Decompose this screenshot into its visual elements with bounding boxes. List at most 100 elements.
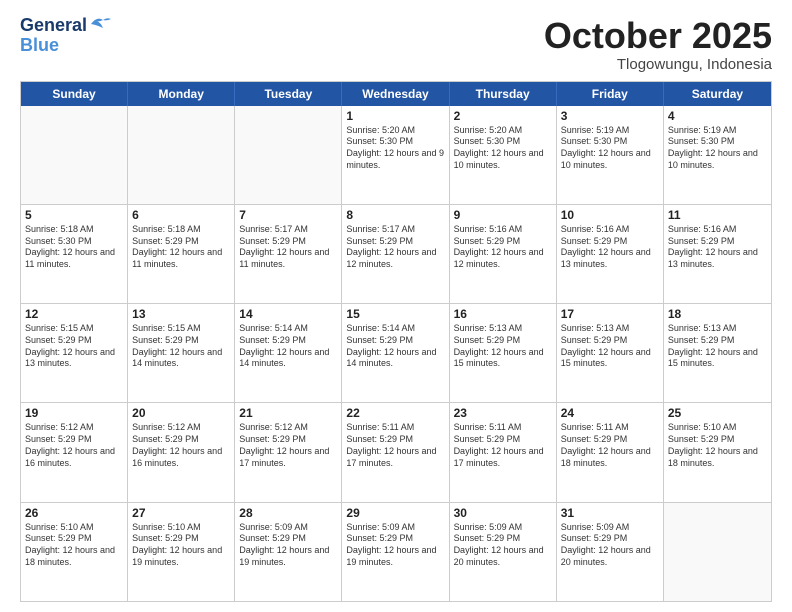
logo-text-blue: Blue <box>20 36 59 56</box>
cell-info: Sunrise: 5:11 AM Sunset: 5:29 PM Dayligh… <box>346 422 444 469</box>
cell-info: Sunrise: 5:09 AM Sunset: 5:29 PM Dayligh… <box>346 522 444 569</box>
day-number: 19 <box>25 406 123 420</box>
day-number: 27 <box>132 506 230 520</box>
day-number: 7 <box>239 208 337 222</box>
day-number: 23 <box>454 406 552 420</box>
day-number: 16 <box>454 307 552 321</box>
day-number: 15 <box>346 307 444 321</box>
calendar-cell: 5Sunrise: 5:18 AM Sunset: 5:30 PM Daylig… <box>21 205 128 303</box>
cell-info: Sunrise: 5:09 AM Sunset: 5:29 PM Dayligh… <box>239 522 337 569</box>
cell-info: Sunrise: 5:10 AM Sunset: 5:29 PM Dayligh… <box>668 422 767 469</box>
cell-info: Sunrise: 5:19 AM Sunset: 5:30 PM Dayligh… <box>668 125 767 172</box>
calendar-row: 5Sunrise: 5:18 AM Sunset: 5:30 PM Daylig… <box>21 204 771 303</box>
calendar-cell: 19 Sunrise: 5:12 AM Sunset: 5:29 PM Dayli… <box>21 403 128 501</box>
header: General Blue October 2025 Tlogowungu, In… <box>20 16 772 73</box>
cell-info: Sunrise: 5:14 AM Sunset: 5:29 PM Dayligh… <box>239 323 337 370</box>
logo: General Blue <box>20 16 111 56</box>
cell-info: Sunrise: 5:18 AM Sunset: 5:30 PM Dayligh… <box>25 224 123 271</box>
day-number: 17 <box>561 307 659 321</box>
cell-info: Sunrise: 5:11 AM Sunset: 5:29 PM Dayligh… <box>561 422 659 469</box>
calendar-cell: 16 Sunrise: 5:13 AM Sunset: 5:29 PM Dayli… <box>450 304 557 402</box>
calendar-cell: 30Sunrise: 5:09 AM Sunset: 5:29 PM Dayli… <box>450 503 557 601</box>
calendar-cell: 29 Sunrise: 5:09 AM Sunset: 5:29 PM Dayli… <box>342 503 449 601</box>
calendar-cell: 13 Sunrise: 5:15 AM Sunset: 5:29 PM Dayli… <box>128 304 235 402</box>
calendar-cell <box>664 503 771 601</box>
day-number: 20 <box>132 406 230 420</box>
calendar-row: 1 Sunrise: 5:20 AM Sunset: 5:30 PM Daylig… <box>21 106 771 204</box>
cell-info: Sunrise: 5:12 AM Sunset: 5:29 PM Dayligh… <box>25 422 123 469</box>
day-number: 12 <box>25 307 123 321</box>
calendar-cell: 15 Sunrise: 5:14 AM Sunset: 5:29 PM Dayli… <box>342 304 449 402</box>
calendar-cell: 12 Sunrise: 5:15 AM Sunset: 5:29 PM Dayli… <box>21 304 128 402</box>
day-number: 6 <box>132 208 230 222</box>
day-number: 14 <box>239 307 337 321</box>
cell-info: Sunrise: 5:16 AM Sunset: 5:29 PM Dayligh… <box>668 224 767 271</box>
cell-info: Sunrise: 5:15 AM Sunset: 5:29 PM Dayligh… <box>25 323 123 370</box>
calendar-row: 12 Sunrise: 5:15 AM Sunset: 5:29 PM Dayli… <box>21 303 771 402</box>
cell-info: Sunrise: 5:19 AM Sunset: 5:30 PM Dayligh… <box>561 125 659 172</box>
day-number: 13 <box>132 307 230 321</box>
page: General Blue October 2025 Tlogowungu, In… <box>0 0 792 612</box>
calendar-cell: 21Sunrise: 5:12 AM Sunset: 5:29 PM Dayli… <box>235 403 342 501</box>
logo-text-general: General <box>20 16 87 36</box>
calendar-cell: 7Sunrise: 5:17 AM Sunset: 5:29 PM Daylig… <box>235 205 342 303</box>
cell-info: Sunrise: 5:09 AM Sunset: 5:29 PM Dayligh… <box>561 522 659 569</box>
day-number: 18 <box>668 307 767 321</box>
day-number: 31 <box>561 506 659 520</box>
day-number: 8 <box>346 208 444 222</box>
cell-info: Sunrise: 5:17 AM Sunset: 5:29 PM Dayligh… <box>346 224 444 271</box>
day-number: 30 <box>454 506 552 520</box>
calendar-cell: 27Sunrise: 5:10 AM Sunset: 5:29 PM Dayli… <box>128 503 235 601</box>
cell-info: Sunrise: 5:12 AM Sunset: 5:29 PM Dayligh… <box>132 422 230 469</box>
header-friday: Friday <box>557 82 664 106</box>
calendar-cell: 28Sunrise: 5:09 AM Sunset: 5:29 PM Dayli… <box>235 503 342 601</box>
calendar-cell: 22 Sunrise: 5:11 AM Sunset: 5:29 PM Dayli… <box>342 403 449 501</box>
header-wednesday: Wednesday <box>342 82 449 106</box>
calendar-cell: 25 Sunrise: 5:10 AM Sunset: 5:29 PM Dayli… <box>664 403 771 501</box>
calendar-cell: 2 Sunrise: 5:20 AM Sunset: 5:30 PM Daylig… <box>450 106 557 204</box>
cell-info: Sunrise: 5:14 AM Sunset: 5:29 PM Dayligh… <box>346 323 444 370</box>
day-number: 25 <box>668 406 767 420</box>
calendar-cell: 4 Sunrise: 5:19 AM Sunset: 5:30 PM Daylig… <box>664 106 771 204</box>
logo-bird-icon <box>89 16 111 32</box>
cell-info: Sunrise: 5:15 AM Sunset: 5:29 PM Dayligh… <box>132 323 230 370</box>
calendar-cell <box>21 106 128 204</box>
calendar-cell: 10 Sunrise: 5:16 AM Sunset: 5:29 PM Dayli… <box>557 205 664 303</box>
day-number: 24 <box>561 406 659 420</box>
cell-info: Sunrise: 5:16 AM Sunset: 5:29 PM Dayligh… <box>454 224 552 271</box>
calendar-cell: 26Sunrise: 5:10 AM Sunset: 5:29 PM Dayli… <box>21 503 128 601</box>
cell-info: Sunrise: 5:20 AM Sunset: 5:30 PM Dayligh… <box>346 125 444 172</box>
header-tuesday: Tuesday <box>235 82 342 106</box>
day-number: 1 <box>346 109 444 123</box>
calendar-cell: 3Sunrise: 5:19 AM Sunset: 5:30 PM Daylig… <box>557 106 664 204</box>
cell-info: Sunrise: 5:20 AM Sunset: 5:30 PM Dayligh… <box>454 125 552 172</box>
header-saturday: Saturday <box>664 82 771 106</box>
cell-info: Sunrise: 5:13 AM Sunset: 5:29 PM Dayligh… <box>561 323 659 370</box>
calendar-cell: 14 Sunrise: 5:14 AM Sunset: 5:29 PM Dayli… <box>235 304 342 402</box>
location-title: Tlogowungu, Indonesia <box>544 56 772 73</box>
day-number: 4 <box>668 109 767 123</box>
cell-info: Sunrise: 5:18 AM Sunset: 5:29 PM Dayligh… <box>132 224 230 271</box>
calendar-cell: 24 Sunrise: 5:11 AM Sunset: 5:29 PM Dayli… <box>557 403 664 501</box>
calendar-row: 26Sunrise: 5:10 AM Sunset: 5:29 PM Dayli… <box>21 502 771 601</box>
day-number: 26 <box>25 506 123 520</box>
day-number: 11 <box>668 208 767 222</box>
day-number: 21 <box>239 406 337 420</box>
header-sunday: Sunday <box>21 82 128 106</box>
calendar-cell: 31 Sunrise: 5:09 AM Sunset: 5:29 PM Dayli… <box>557 503 664 601</box>
day-number: 2 <box>454 109 552 123</box>
calendar-cell: 1 Sunrise: 5:20 AM Sunset: 5:30 PM Daylig… <box>342 106 449 204</box>
calendar-cell: 17 Sunrise: 5:13 AM Sunset: 5:29 PM Dayli… <box>557 304 664 402</box>
calendar-cell: 6 Sunrise: 5:18 AM Sunset: 5:29 PM Daylig… <box>128 205 235 303</box>
day-number: 29 <box>346 506 444 520</box>
month-title: October 2025 <box>544 16 772 56</box>
day-number: 22 <box>346 406 444 420</box>
day-number: 10 <box>561 208 659 222</box>
calendar-cell: 9 Sunrise: 5:16 AM Sunset: 5:29 PM Daylig… <box>450 205 557 303</box>
cell-info: Sunrise: 5:16 AM Sunset: 5:29 PM Dayligh… <box>561 224 659 271</box>
cell-info: Sunrise: 5:13 AM Sunset: 5:29 PM Dayligh… <box>454 323 552 370</box>
day-number: 9 <box>454 208 552 222</box>
cell-info: Sunrise: 5:13 AM Sunset: 5:29 PM Dayligh… <box>668 323 767 370</box>
calendar-cell <box>235 106 342 204</box>
title-area: October 2025 Tlogowungu, Indonesia <box>544 16 772 73</box>
